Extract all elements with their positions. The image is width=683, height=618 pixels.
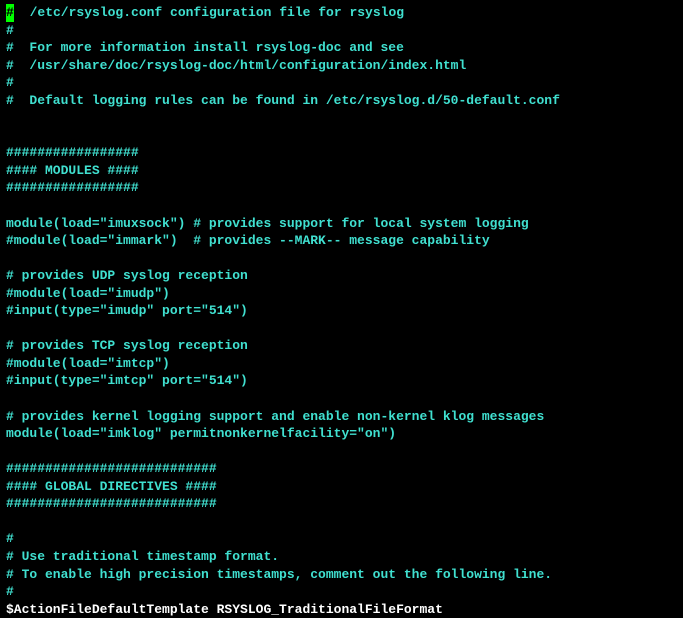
line-text: #	[6, 531, 14, 546]
line-text: # For more information install rsyslog-d…	[6, 40, 404, 55]
line-text: #module(load="imtcp")	[6, 356, 170, 371]
line-text: module(load="imuxsock") # provides suppo…	[6, 216, 529, 231]
config-line: #	[6, 74, 677, 92]
config-line: ###########################	[6, 460, 677, 478]
config-line	[6, 320, 677, 338]
config-line: # provides UDP syslog reception	[6, 267, 677, 285]
config-line: # To enable high precision timestamps, c…	[6, 566, 677, 584]
config-line: #module(load="immark") # provides --MARK…	[6, 232, 677, 250]
config-line	[6, 127, 677, 145]
line-text: #input(type="imtcp" port="514")	[6, 373, 248, 388]
line-text: #input(type="imudp" port="514")	[6, 303, 248, 318]
line-text: # provides kernel logging support and en…	[6, 409, 544, 424]
config-line: #	[6, 530, 677, 548]
line-text: #	[6, 584, 14, 599]
config-line: #################	[6, 179, 677, 197]
config-line: # provides kernel logging support and en…	[6, 408, 677, 426]
cursor: #	[6, 4, 14, 22]
line-text: #	[6, 75, 14, 90]
line-text	[6, 391, 14, 406]
line-text	[6, 444, 14, 459]
line-text: #################	[6, 145, 139, 160]
line-text	[6, 251, 14, 266]
config-line: # For more information install rsyslog-d…	[6, 39, 677, 57]
config-line: module(load="imklog" permitnonkernelfaci…	[6, 425, 677, 443]
config-line: #################	[6, 144, 677, 162]
config-line: # Default logging rules can be found in …	[6, 92, 677, 110]
line-text	[6, 514, 14, 529]
config-line: # /usr/share/doc/rsyslog-doc/html/config…	[6, 57, 677, 75]
config-line	[6, 109, 677, 127]
config-line: module(load="imuxsock") # provides suppo…	[6, 215, 677, 233]
config-line: ###########################	[6, 495, 677, 513]
line-text	[6, 321, 14, 336]
config-line	[6, 250, 677, 268]
config-line: #input(type="imtcp" port="514")	[6, 372, 677, 390]
line-text: # provides UDP syslog reception	[6, 268, 248, 283]
line-text: #### GLOBAL DIRECTIVES ####	[6, 479, 217, 494]
line-text: module(load="imklog" permitnonkernelfaci…	[6, 426, 396, 441]
config-line: #### MODULES ####	[6, 162, 677, 180]
line-text: # provides TCP syslog reception	[6, 338, 248, 353]
config-line: #	[6, 22, 677, 40]
config-line: # provides TCP syslog reception	[6, 337, 677, 355]
config-line	[6, 197, 677, 215]
config-line: # Use traditional timestamp format.	[6, 548, 677, 566]
config-line: #### GLOBAL DIRECTIVES ####	[6, 478, 677, 496]
line-text: /etc/rsyslog.conf configuration file for…	[14, 5, 404, 20]
line-text: ###########################	[6, 461, 217, 476]
line-text: #module(load="imudp")	[6, 286, 170, 301]
config-line: #module(load="imtcp")	[6, 355, 677, 373]
config-line: $ActionFileDefaultTemplate RSYSLOG_Tradi…	[6, 601, 677, 618]
config-line: # /etc/rsyslog.conf configuration file f…	[6, 4, 677, 22]
line-text: $ActionFileDefaultTemplate RSYSLOG_Tradi…	[6, 602, 443, 617]
config-line	[6, 390, 677, 408]
config-line	[6, 513, 677, 531]
line-text: # Default logging rules can be found in …	[6, 93, 560, 108]
line-text: # Use traditional timestamp format.	[6, 549, 279, 564]
line-text: #	[6, 23, 14, 38]
line-text	[6, 198, 14, 213]
config-line: #input(type="imudp" port="514")	[6, 302, 677, 320]
line-text	[6, 110, 14, 125]
line-text: # /usr/share/doc/rsyslog-doc/html/config…	[6, 58, 466, 73]
line-text: #module(load="immark") # provides --MARK…	[6, 233, 490, 248]
config-line	[6, 443, 677, 461]
line-text: ###########################	[6, 496, 217, 511]
line-text	[6, 128, 14, 143]
line-text: # To enable high precision timestamps, c…	[6, 567, 552, 582]
config-line: #	[6, 583, 677, 601]
line-text: #### MODULES ####	[6, 163, 139, 178]
terminal-editor[interactable]: # /etc/rsyslog.conf configuration file f…	[6, 4, 677, 618]
line-text: #################	[6, 180, 139, 195]
config-line: #module(load="imudp")	[6, 285, 677, 303]
